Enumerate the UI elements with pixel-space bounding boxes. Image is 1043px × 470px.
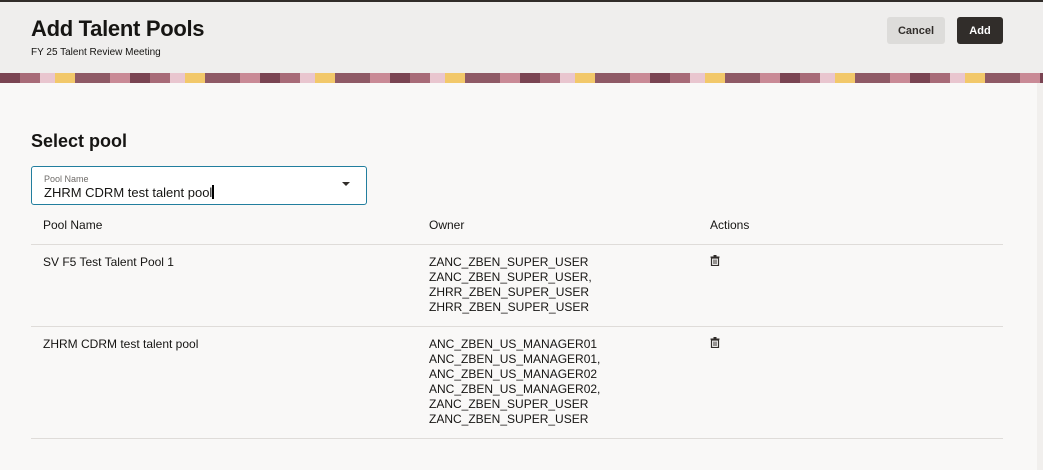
owner-name: ZANC_ZBEN_SUPER_USER <box>429 396 589 411</box>
owner-cell: ANC_ZBEN_US_MANAGER01 ANC_ZBEN_US_MANAGER… <box>417 326 698 439</box>
column-header-pool-name: Pool Name <box>31 207 417 245</box>
page-header: Add Talent Pools FY 25 Talent Review Mee… <box>0 2 1043 73</box>
section-title: Select pool <box>31 131 128 151</box>
decorative-banner <box>0 73 1043 83</box>
owner-name: ZHRR_ZBEN_SUPER_USER <box>429 299 590 314</box>
actions-cell <box>698 244 1003 327</box>
add-button[interactable]: Add <box>957 17 1003 44</box>
pool-name-cell: ZHRM CDRM test talent pool <box>31 326 417 439</box>
column-header-owner: Owner <box>417 207 698 245</box>
cancel-button[interactable]: Cancel <box>887 17 945 44</box>
chevron-down-icon[interactable] <box>342 182 350 186</box>
pool-name-value[interactable]: ZHRM CDRM test talent pool <box>44 185 214 200</box>
pool-name-cell: SV F5 Test Talent Pool 1 <box>31 244 417 327</box>
column-header-actions: Actions <box>698 207 1003 245</box>
delete-icon[interactable] <box>710 254 720 266</box>
owner-cell: ZANC_ZBEN_SUPER_USER ZANC_ZBEN_SUPER_USER… <box>417 244 698 327</box>
owner-name: ANC_ZBEN_US_MANAGER01 <box>429 336 598 351</box>
owner-name: ANC_ZBEN_US_MANAGER02 <box>429 366 598 381</box>
pools-table: Pool Name Owner Actions SV F5 Test Talen… <box>31 207 1003 439</box>
pool-name-select[interactable]: Pool Name ZHRM CDRM test talent pool <box>31 166 367 205</box>
actions-cell <box>698 326 1003 439</box>
table-row: ZHRM CDRM test talent pool ANC_ZBEN_US_M… <box>31 326 1003 439</box>
owner-name: ZANC_ZBEN_SUPER_USER <box>429 254 589 269</box>
owner-name: ZANC_ZBEN_SUPER_USER, <box>429 269 592 284</box>
table-row: SV F5 Test Talent Pool 1 ZANC_ZBEN_SUPER… <box>31 244 1003 327</box>
owner-name: ANC_ZBEN_US_MANAGER01, <box>429 351 601 366</box>
owner-name: ANC_ZBEN_US_MANAGER02, <box>429 381 601 396</box>
owner-name: ZANC_ZBEN_SUPER_USER <box>429 411 589 426</box>
page-title: Add Talent Pools <box>31 16 205 41</box>
delete-icon[interactable] <box>710 336 720 348</box>
pool-name-label: Pool Name <box>44 174 89 184</box>
page-subtitle: FY 25 Talent Review Meeting <box>31 47 161 58</box>
content-panel: Select pool Pool Name ZHRM CDRM test tal… <box>0 83 1037 470</box>
owner-name: ZHRR_ZBEN_SUPER_USER <box>429 284 590 299</box>
